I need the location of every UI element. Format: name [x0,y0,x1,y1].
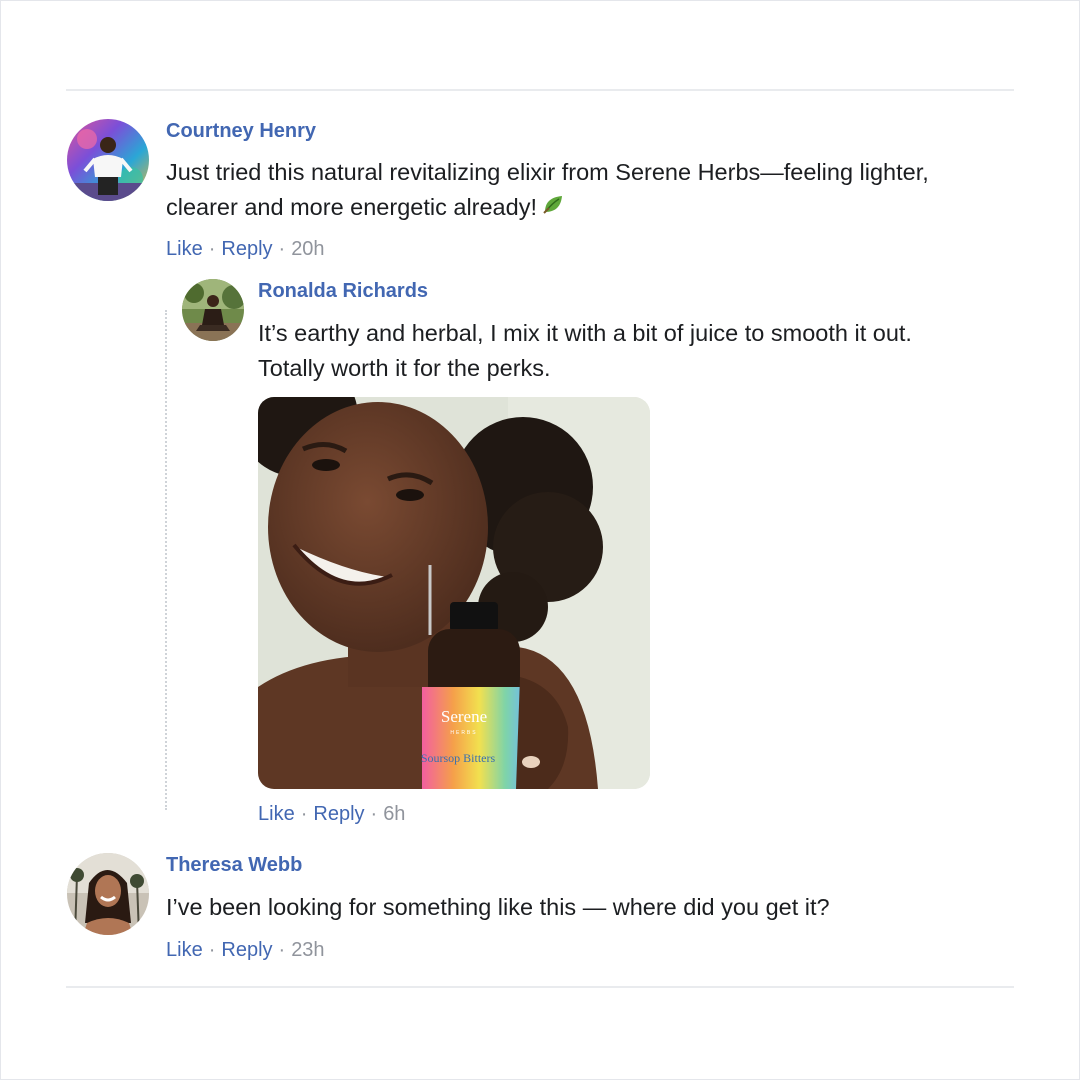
separator-dot: · [300,803,308,825]
comment-actions: Like · Reply · 20h [166,238,325,261]
bottle-brand-sub: HERBS [450,730,477,736]
comment-actions: Like · Reply · 23h [166,939,325,962]
reply-photo[interactable]: Serene HERBS Soursop Bitters MADE IN THE [258,397,650,789]
comment-timestamp: 23h [291,939,325,961]
separator-dot: · [370,803,378,825]
comment-text: Just tried this natural revitalizing eli… [166,155,929,226]
reply-actions: Like · Reply · 6h [258,803,405,826]
reply-timestamp: 6h [383,803,406,825]
reply-text-line: Totally worth it for the perks. [258,355,551,381]
comment-author[interactable]: Courtney Henry [166,120,316,143]
avatar-ronalda-richards[interactable] [182,279,244,341]
reply-text: It’s earthy and herbal, I mix it with a … [258,316,912,386]
bottle-product: Soursop Bitters [421,751,496,765]
bottom-divider [66,986,1014,988]
comment-text-line: Just tried this natural revitalizing eli… [166,159,929,185]
comment-author[interactable]: Theresa Webb [166,854,302,877]
bottle-brand: Serene [441,707,487,726]
separator-dot: · [278,939,286,961]
comment-text: I’ve been looking for something like thi… [166,890,830,925]
avatar-theresa-webb[interactable] [67,853,149,935]
reply-button[interactable]: Reply [313,803,364,825]
avatar-courtney-henry[interactable] [67,119,149,201]
separator-dot: · [208,939,216,961]
reply-button[interactable]: Reply [221,939,272,961]
reply-button[interactable]: Reply [221,238,272,260]
comment-timestamp: 20h [291,238,325,260]
separator-dot: · [278,238,286,260]
reply-thread-line [165,310,167,810]
comment-text-line: clearer and more energetic already! [166,194,537,220]
like-button[interactable]: Like [166,238,203,260]
reply-author[interactable]: Ronalda Richards [258,280,428,303]
reply-text-line: It’s earthy and herbal, I mix it with a … [258,320,912,346]
like-button[interactable]: Like [166,939,203,961]
separator-dot: · [208,238,216,260]
comment-text-line: I’ve been looking for something like thi… [166,894,830,920]
like-button[interactable]: Like [258,803,295,825]
top-divider [66,89,1014,91]
leaf-icon [541,191,565,226]
